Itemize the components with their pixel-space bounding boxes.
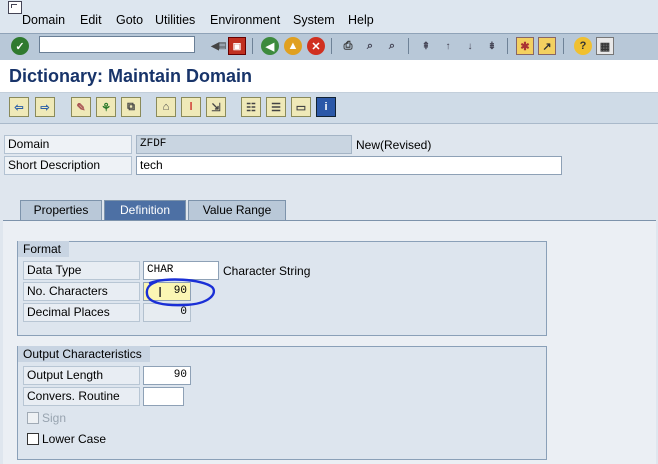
domain-field[interactable]: ZFDF [136, 135, 352, 154]
conversion-routine-label: Convers. Routine [23, 387, 140, 406]
last-page-icon[interactable]: ⇟ [483, 37, 501, 55]
short-description-field[interactable]: tech [136, 156, 562, 175]
command-field[interactable]: ▤ [39, 36, 227, 53]
output-length-input[interactable]: 90 [143, 366, 191, 385]
page-title: Dictionary: Maintain Domain [9, 66, 253, 86]
toolbar-separator [331, 38, 332, 54]
info-icon[interactable]: i [316, 97, 336, 117]
decimal-places-label: Decimal Places [23, 303, 140, 322]
hierarchy-icon[interactable]: ☷ [241, 97, 261, 117]
lower-case-label: Lower Case [42, 432, 107, 446]
exit-icon[interactable]: ▲ [284, 37, 302, 55]
toolbar-separator [507, 38, 508, 54]
output-length-label: Output Length [23, 366, 140, 385]
highlight-circle [145, 278, 216, 307]
toolbar-separator [408, 38, 409, 54]
menu-help[interactable]: Help [348, 13, 374, 27]
short-description-label: Short Description [4, 156, 132, 175]
forward-arrow-icon[interactable]: ⇨ [35, 97, 55, 117]
sign-label: Sign [42, 411, 67, 425]
find-next-icon[interactable]: ⌕ [383, 37, 401, 55]
lower-case-checkbox[interactable] [27, 433, 39, 445]
enter-icon[interactable]: ✓ [11, 37, 29, 55]
shortcut-icon[interactable]: ↗ [538, 37, 556, 55]
format-group-title: Format [18, 241, 70, 257]
tab-value-range[interactable]: Value Range [188, 200, 286, 220]
documentation-icon[interactable]: ▭ [291, 97, 311, 117]
activate-icon[interactable]: ⌂ [156, 97, 176, 117]
cancel-icon[interactable]: ✕ [307, 37, 325, 55]
menu-utilities[interactable]: Utilities [155, 13, 195, 27]
output-group-title: Output Characteristics [18, 346, 150, 362]
help-icon[interactable]: ? [574, 37, 592, 55]
command-collapse-icon[interactable]: ◀ [206, 37, 224, 55]
data-type-label: Data Type [23, 261, 140, 280]
layout-menu-icon[interactable]: ▦ [596, 37, 614, 55]
other-object-icon[interactable]: ⚘ [96, 97, 116, 117]
tab-definition[interactable]: Definition [104, 200, 186, 220]
menu-domain[interactable]: Domain [22, 13, 65, 27]
sign-checkbox[interactable] [27, 412, 39, 424]
tab-properties[interactable]: Properties [20, 200, 102, 220]
check-icon[interactable]: ⧉ [121, 97, 141, 117]
where-used-icon[interactable]: ǀ [181, 97, 201, 117]
menu-environment[interactable]: Environment [210, 13, 280, 27]
menu-goto[interactable]: Goto [116, 13, 143, 27]
status-text: New(Revised) [356, 138, 432, 152]
display-change-icon[interactable]: ✎ [71, 97, 91, 117]
print-icon[interactable]: ⎙ [339, 37, 357, 55]
find-icon[interactable]: ⌕ [361, 37, 379, 55]
back-icon[interactable]: ◀ [261, 37, 279, 55]
toolbar-separator [563, 38, 564, 54]
navigation-icon[interactable]: ⇲ [206, 97, 226, 117]
menu-system[interactable]: System [293, 13, 335, 27]
next-page-icon[interactable]: ↓ [461, 37, 479, 55]
conversion-routine-input[interactable] [143, 387, 184, 406]
new-session-icon[interactable]: ✱ [516, 37, 534, 55]
back-arrow-icon[interactable]: ⇦ [9, 97, 29, 117]
data-type-description: Character String [223, 264, 311, 278]
save-icon[interactable]: ▣ [228, 37, 246, 55]
no-characters-label: No. Characters [23, 282, 140, 301]
first-page-icon[interactable]: ⇞ [417, 37, 435, 55]
domain-label: Domain [4, 135, 132, 154]
toolbar-separator [252, 38, 253, 54]
display-list-icon[interactable]: ☰ [266, 97, 286, 117]
previous-page-icon[interactable]: ↑ [439, 37, 457, 55]
system-menu-icon[interactable] [8, 1, 22, 14]
menu-edit[interactable]: Edit [80, 13, 102, 27]
